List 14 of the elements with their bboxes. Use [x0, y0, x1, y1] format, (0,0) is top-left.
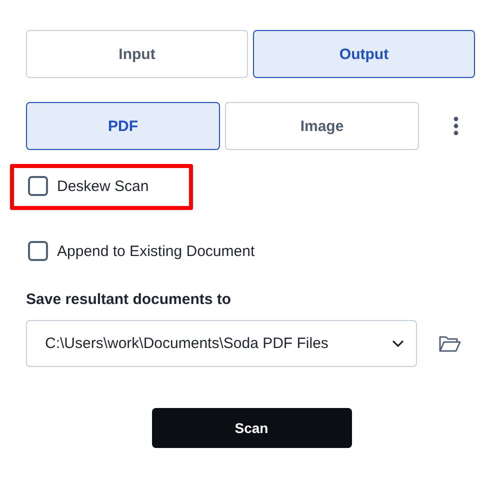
format-tab[interactable]: Image [225, 102, 419, 150]
checkbox[interactable] [28, 241, 48, 261]
mode-tab[interactable]: Input [26, 30, 248, 78]
checkbox-label: Deskew Scan [57, 178, 149, 194]
checkbox-label: Append to Existing Document [57, 242, 255, 260]
scan-button[interactable]: Scan [152, 408, 352, 448]
more-icon[interactable] [453, 116, 459, 136]
chevron-down-icon [392, 340, 404, 348]
save-location-label: Save resultant documents to [26, 291, 232, 308]
mode-tab[interactable]: Output [253, 30, 475, 78]
folder-icon[interactable] [439, 334, 461, 352]
checkbox[interactable] [28, 176, 48, 196]
format-tab[interactable]: PDF [26, 102, 220, 150]
save-path-dropdown[interactable]: C:\Users\work\Documents\Soda PDF Files [26, 320, 417, 367]
